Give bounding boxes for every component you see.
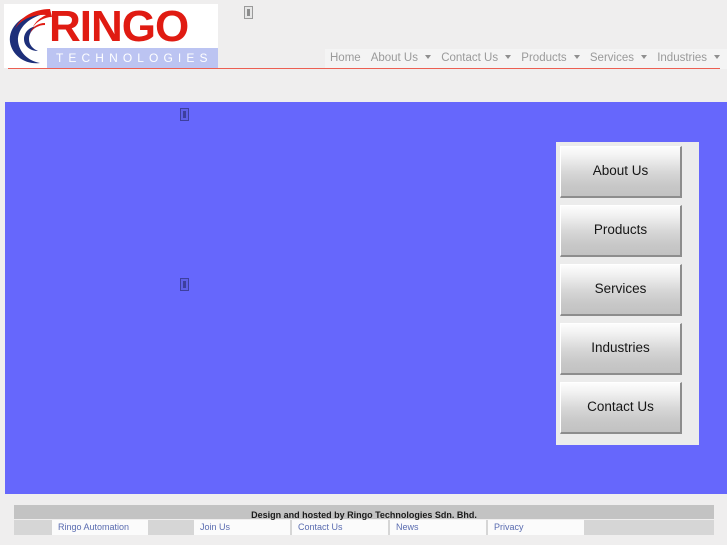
stage-broken-image-placeholder-2: [180, 278, 189, 296]
header-divider: [8, 68, 720, 69]
nav-item-home[interactable]: Home: [325, 49, 366, 64]
side-button-products[interactable]: Products: [560, 205, 682, 257]
side-button-industries[interactable]: Industries: [560, 323, 682, 375]
nav-item-products[interactable]: Products: [516, 49, 585, 64]
nav-item-label: Services: [589, 52, 634, 64]
nav-item-contact-us[interactable]: Contact Us: [436, 49, 516, 64]
nav-item-label: Contact Us: [441, 52, 499, 64]
side-button-about-us[interactable]: About Us: [560, 146, 682, 198]
chevron-down-icon: [505, 54, 512, 59]
footer-link-ringo-automation[interactable]: Ringo Automation: [52, 520, 148, 535]
nav-item-industries[interactable]: Industries: [652, 49, 725, 64]
stage-broken-image-placeholder-1: [180, 108, 189, 126]
main-navigation[interactable]: Home About Us Contact Us Products Servic…: [325, 49, 727, 69]
site-header: RINGO TECHNOLOGIES Home About Us Contact…: [0, 0, 727, 69]
nav-item-about-us[interactable]: About Us: [366, 49, 437, 64]
nav-item-label: Industries: [657, 52, 708, 64]
footer-credit-bar: Design and hosted by Ringo Technologies …: [14, 505, 714, 520]
side-button-panel: About Us Products Services Industries Co…: [556, 142, 699, 445]
footer-links-bar: Ringo Automation Join Us Contact Us News…: [14, 520, 714, 535]
side-button-services[interactable]: Services: [560, 264, 682, 316]
chevron-down-icon: [641, 54, 648, 59]
logo-wordmark: RINGO: [49, 2, 189, 51]
footer-link-news[interactable]: News: [390, 520, 486, 535]
header-broken-image-placeholder: [244, 6, 253, 24]
chevron-down-icon: [714, 54, 721, 59]
footer-link-join-us[interactable]: Join Us: [194, 520, 290, 535]
chevron-down-icon: [425, 54, 432, 59]
nav-item-services[interactable]: Services: [585, 49, 652, 64]
broken-image-icon: [180, 278, 189, 291]
broken-image-icon: [180, 108, 189, 121]
chevron-down-icon: [573, 54, 580, 59]
footer-link-privacy[interactable]: Privacy: [488, 520, 584, 535]
nav-item-label: Home: [330, 52, 361, 64]
side-button-contact-us[interactable]: Contact Us: [560, 382, 682, 434]
footer-link-contact-us[interactable]: Contact Us: [292, 520, 388, 535]
footer-credit-text: Design and hosted by Ringo Technologies …: [251, 510, 477, 520]
logo-tagline: TECHNOLOGIES: [56, 51, 213, 65]
nav-item-label: About Us: [370, 52, 418, 64]
broken-image-icon: [244, 6, 253, 19]
nav-item-label: Products: [521, 52, 567, 64]
site-logo[interactable]: RINGO TECHNOLOGIES: [4, 4, 218, 68]
main-content-stage: About Us Products Services Industries Co…: [5, 102, 727, 494]
logo-tagline-band: TECHNOLOGIES: [47, 48, 218, 68]
